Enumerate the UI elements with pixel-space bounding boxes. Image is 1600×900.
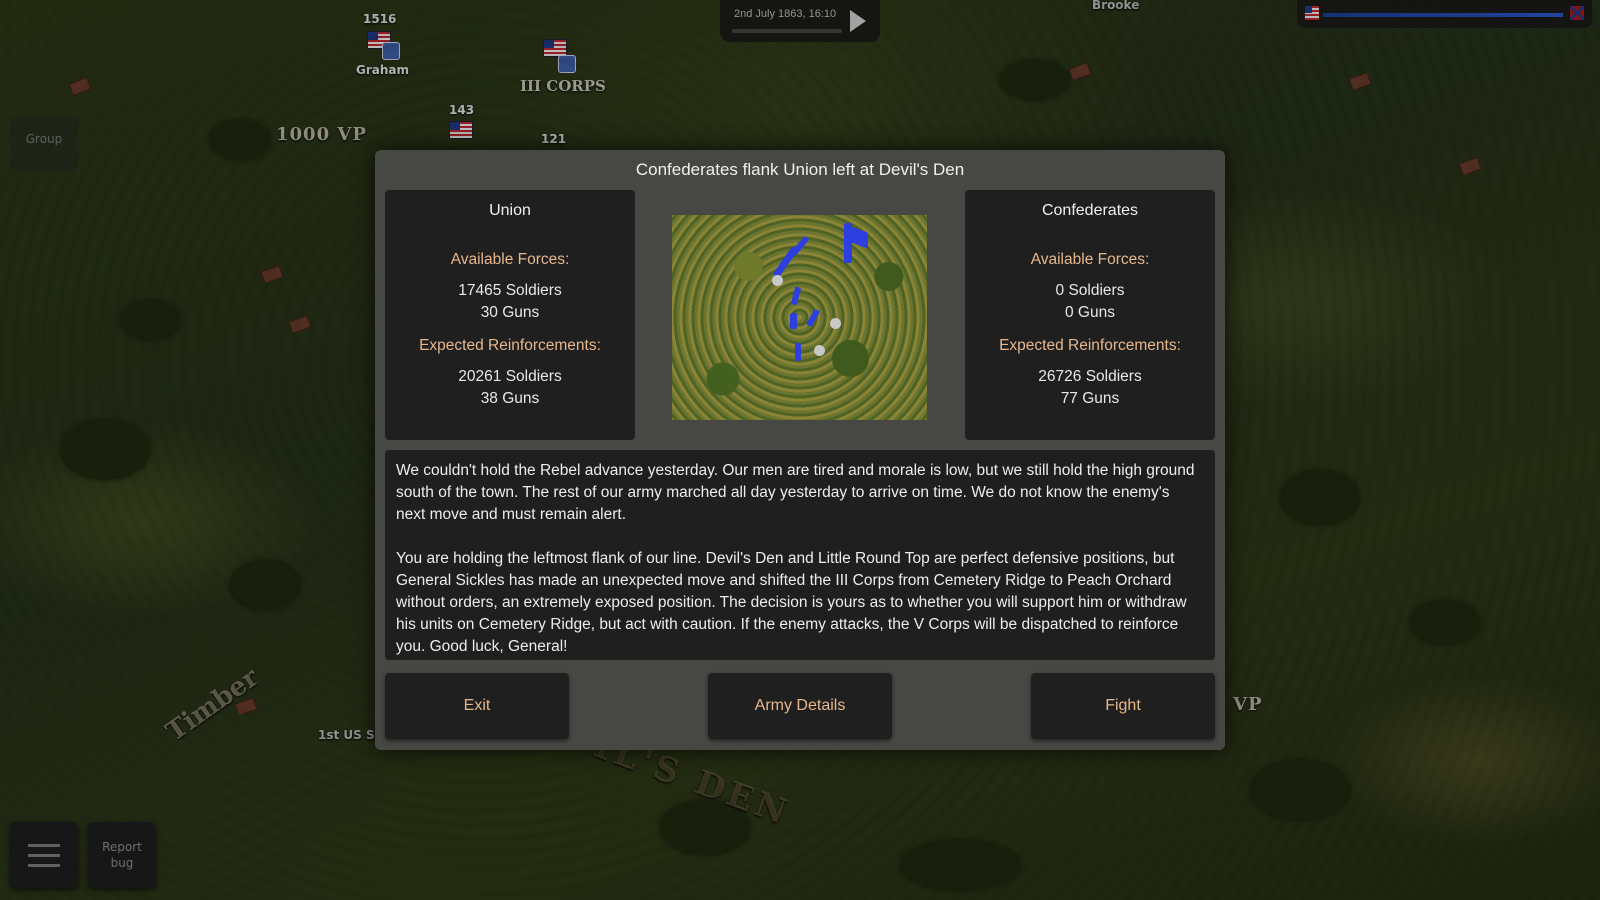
- objective-marker: [830, 318, 841, 329]
- union-available-guns: 30 Guns: [480, 304, 540, 321]
- union-available-soldiers: 17465 Soldiers: [458, 282, 562, 299]
- army-details-button[interactable]: Army Details: [708, 673, 892, 739]
- objective-marker: [814, 345, 825, 356]
- briefing-paragraph: We couldn't hold the Rebel advance yeste…: [396, 462, 1195, 523]
- confederate-forces-panel: Confederates Available Forces: 0 Soldier…: [965, 190, 1215, 440]
- briefing-text-panel: We couldn't hold the Rebel advance yeste…: [385, 450, 1215, 660]
- union-forces-panel: Union Available Forces: 17465 Soldiers 3…: [385, 190, 635, 440]
- battle-briefing-dialog: Confederates flank Union left at Devil's…: [375, 150, 1225, 750]
- confederate-reinforcement-soldiers: 26726 Soldiers: [1038, 368, 1142, 385]
- confederate-name: Confederates: [1041, 202, 1139, 219]
- exit-button-label: Exit: [463, 697, 491, 714]
- union-name: Union: [489, 202, 531, 219]
- confederate-reinforcements-heading: Expected Reinforcements:: [999, 337, 1181, 354]
- battlefield-preview-map: [672, 215, 927, 420]
- confederate-available-heading: Available Forces:: [1030, 251, 1150, 268]
- dialog-title: Confederates flank Union left at Devil's…: [635, 160, 965, 179]
- union-unit-marker: [795, 343, 801, 361]
- fight-button-label: Fight: [1105, 697, 1141, 714]
- confederate-available-guns: 0 Guns: [1065, 304, 1115, 321]
- objective-marker: [772, 275, 783, 286]
- union-available-heading: Available Forces:: [450, 251, 570, 268]
- briefing-paragraph: You are holding the leftmost flank of ou…: [396, 550, 1187, 655]
- union-unit-marker: [790, 313, 797, 329]
- union-unit-marker: [805, 308, 821, 328]
- fight-button[interactable]: Fight: [1031, 673, 1215, 739]
- union-reinforcement-guns: 38 Guns: [480, 390, 540, 407]
- exit-button[interactable]: Exit: [385, 673, 569, 739]
- army-details-button-label: Army Details: [754, 697, 846, 714]
- union-reinforcement-soldiers: 20261 Soldiers: [458, 368, 562, 385]
- union-reinforcements-heading: Expected Reinforcements:: [419, 337, 601, 354]
- confederate-reinforcement-guns: 77 Guns: [1060, 390, 1120, 407]
- union-unit-marker: [790, 286, 802, 306]
- confederate-available-soldiers: 0 Soldiers: [1055, 282, 1125, 299]
